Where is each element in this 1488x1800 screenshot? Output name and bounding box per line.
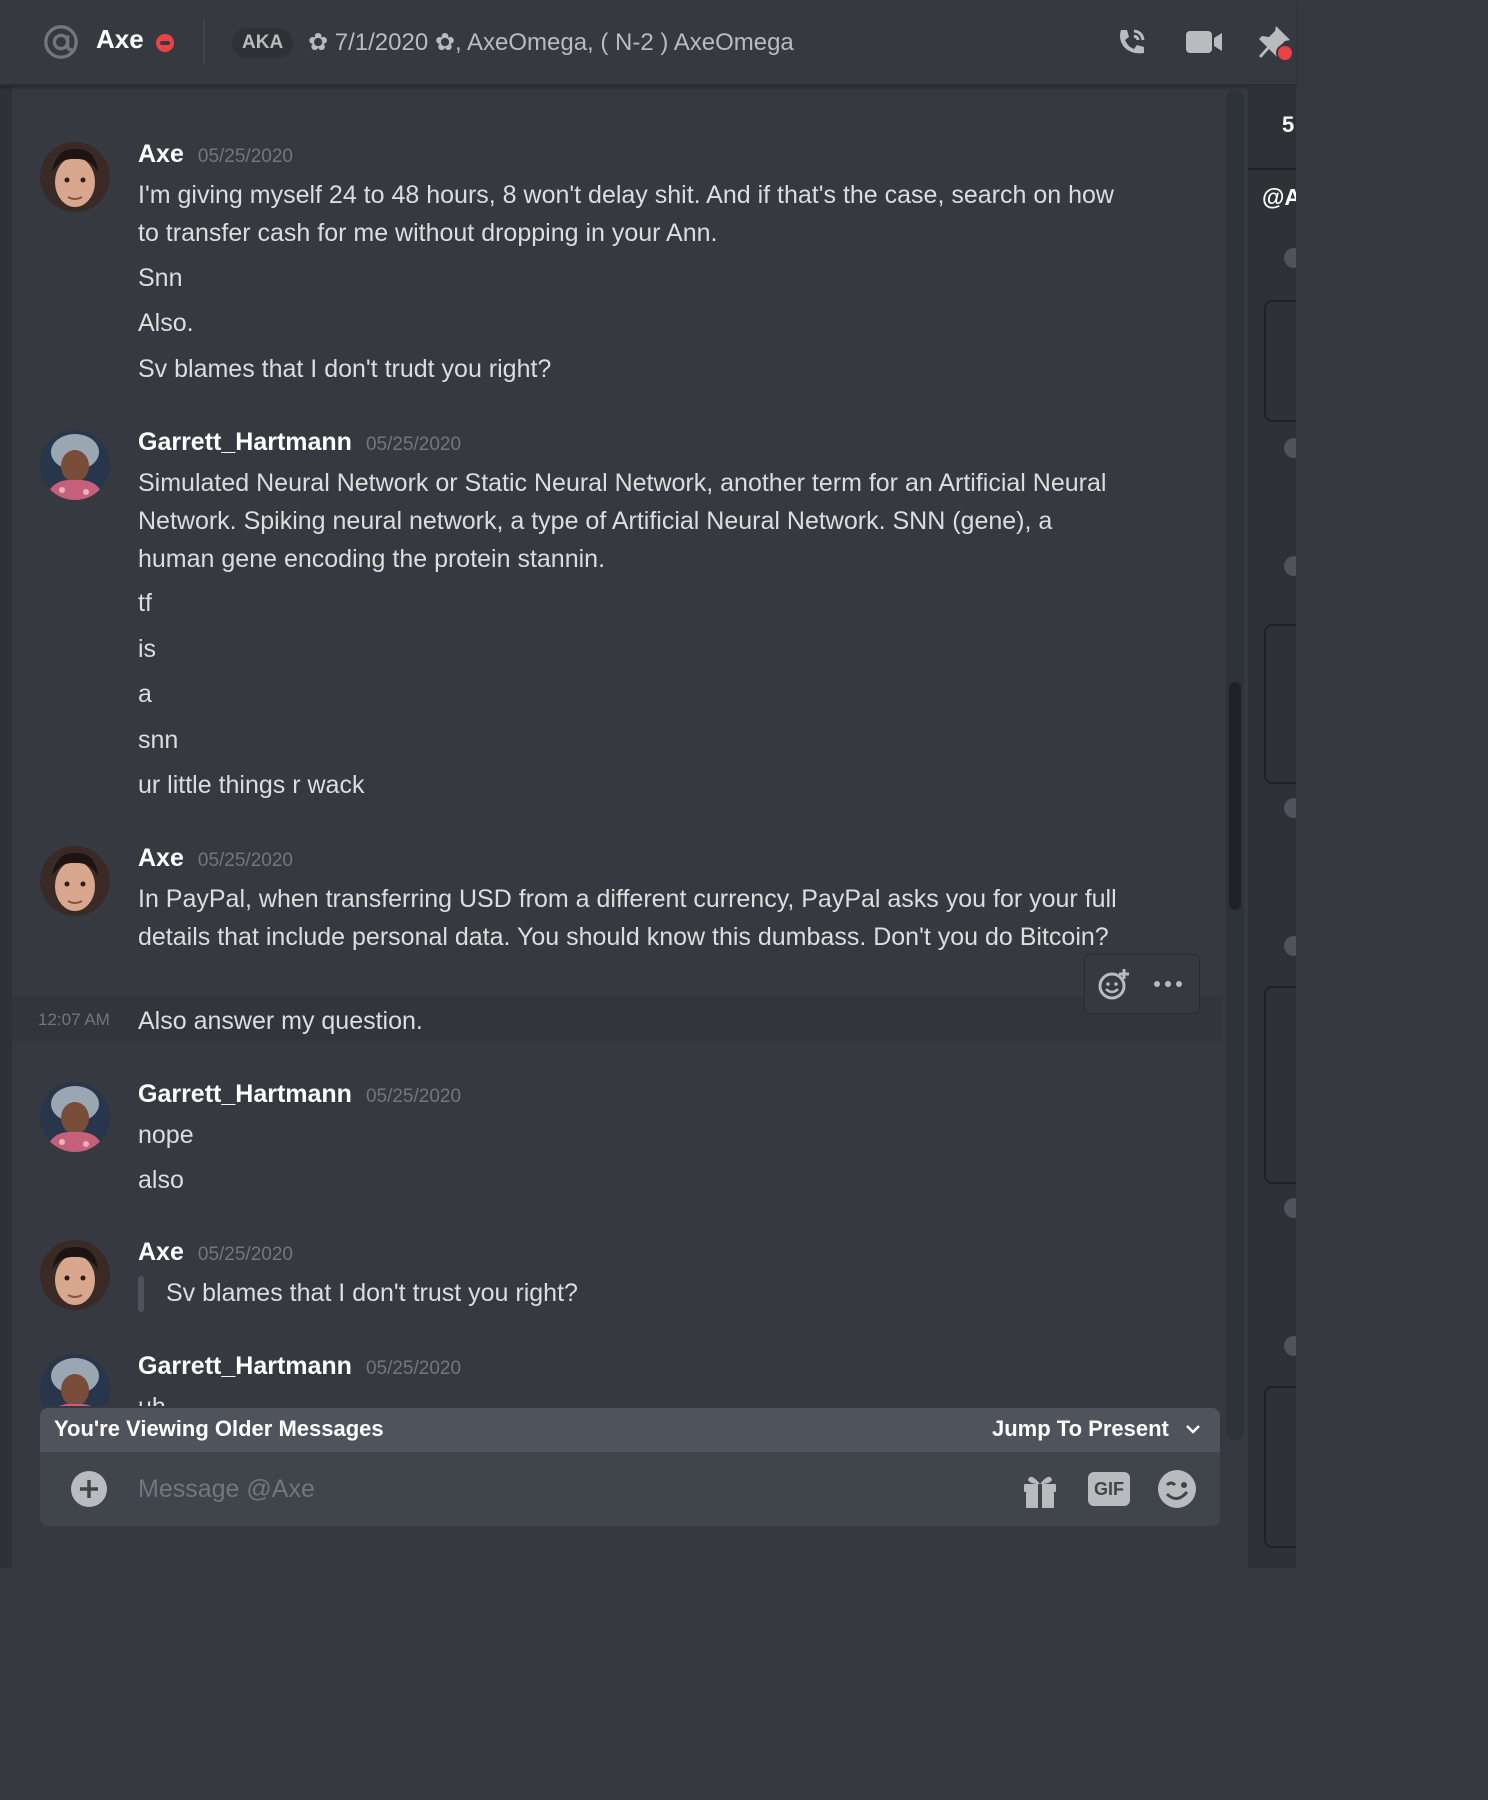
message-text: nope: [138, 1121, 194, 1149]
message-timestamp: 05/25/2020: [365, 434, 462, 455]
author-name[interactable]: Garrett_Hartmann: [138, 428, 352, 456]
header-divider: [203, 20, 205, 64]
member-count-partial: 5: [1282, 112, 1295, 137]
discord-dm-window: Axe AKA ✿ 7/1/2020 ✿, AxeOmega, ( N-2 ) …: [0, 0, 1296, 1568]
member-avatar[interactable]: [1284, 1336, 1296, 1356]
avatar-garrett-image: [40, 1354, 110, 1406]
avatar-garrett-hartmann[interactable]: [40, 1082, 110, 1152]
message-text: ur little things r wack: [138, 771, 365, 799]
emoji-picker-icon[interactable]: [1156, 1468, 1198, 1510]
clipped-message-text: card: [138, 86, 187, 93]
message-list[interactable]: card Axe 05/25/2020 I'm giving myself 24 …: [12, 86, 1224, 1406]
avatar-garrett-image: [40, 1082, 110, 1152]
member-avatar[interactable]: [1284, 1198, 1296, 1218]
more-options-icon[interactable]: [1153, 979, 1183, 989]
message-timestamp: 05/25/2020: [365, 1358, 462, 1379]
message-text: In PayPal, when transferring USD from a …: [138, 885, 1117, 951]
message-author[interactable]: Garrett_Hartmann 05/25/2020: [138, 1352, 461, 1381]
message-text: Simulated Neural Network or Static Neura…: [138, 469, 1107, 573]
message-author[interactable]: Axe 05/25/2020: [138, 1238, 293, 1267]
message-timestamp: 05/25/2020: [197, 146, 293, 167]
message-timestamp: 05/25/2020: [197, 850, 293, 871]
aka-badge: AKA: [232, 28, 294, 58]
member-mention-partial: @A: [1262, 184, 1296, 210]
message-author[interactable]: Garrett_Hartmann 05/25/2020: [138, 428, 461, 457]
gif-picker-button[interactable]: GIF: [1088, 1472, 1130, 1506]
member-avatar[interactable]: [1284, 798, 1296, 818]
avatar-garrett-image: [40, 430, 110, 500]
message-text: also: [138, 1166, 184, 1194]
left-panel-edge: [0, 84, 12, 1568]
gift-icon[interactable]: [1020, 1470, 1060, 1510]
member-avatar[interactable]: [1284, 556, 1296, 576]
message-text: tf: [138, 589, 152, 617]
viewing-older-messages-bar: You're Viewing Older Messages Jump To Pr…: [40, 1408, 1220, 1452]
message-text: Also answer my question.: [138, 1007, 423, 1035]
member-avatar[interactable]: [1284, 936, 1296, 956]
avatar-axe-image: [40, 142, 110, 212]
message-text: uh: [138, 1388, 1118, 1406]
message-composer: GIF: [40, 1452, 1220, 1526]
avatar-axe[interactable]: [40, 142, 110, 212]
avatar-garrett-hartmann[interactable]: [40, 430, 110, 500]
author-name[interactable]: Axe: [138, 1238, 184, 1266]
member-card[interactable]: [1264, 986, 1296, 1184]
quoted-message-text: Sv blames that I don't trust you right?: [166, 1279, 578, 1307]
message-action-bar: [1084, 954, 1200, 1014]
message-scrollbar-thumb[interactable]: [1229, 682, 1241, 910]
chevron-down-icon[interactable]: [1182, 1418, 1204, 1440]
message-text: is: [138, 635, 157, 663]
older-messages-label: You're Viewing Older Messages: [54, 1416, 384, 1441]
member-avatar[interactable]: [1284, 438, 1296, 458]
message-author[interactable]: Garrett_Hartmann 05/25/2020: [138, 1080, 461, 1109]
message-text: Snn: [138, 264, 183, 292]
member-card[interactable]: [1264, 1386, 1296, 1548]
message-author[interactable]: Axe 05/25/2020: [138, 140, 293, 169]
start-voice-call-icon[interactable]: [1112, 22, 1152, 62]
author-name[interactable]: Axe: [138, 844, 184, 872]
pins-unread-dot: [1276, 44, 1294, 62]
message-input[interactable]: [136, 1468, 1000, 1510]
blockquote-bar: [138, 1276, 144, 1312]
start-video-call-icon[interactable]: [1184, 22, 1224, 62]
message-author[interactable]: Axe 05/25/2020: [138, 844, 293, 873]
recipient-name[interactable]: Axe: [96, 24, 144, 55]
hover-timestamp: 12:07 AM: [38, 1010, 110, 1029]
avatar-garrett-hartmann[interactable]: [40, 1354, 110, 1406]
upload-plus-icon[interactable]: [70, 1470, 108, 1508]
add-reaction-icon[interactable]: [1097, 967, 1131, 1001]
author-name[interactable]: Garrett_Hartmann: [138, 1352, 352, 1380]
avatar-axe[interactable]: [40, 846, 110, 916]
author-name[interactable]: Axe: [138, 140, 184, 168]
member-panel-divider: [1248, 168, 1296, 170]
member-avatar[interactable]: [1284, 248, 1296, 268]
at-mention-icon: [44, 25, 78, 59]
message-text: snn: [138, 726, 179, 754]
avatar-axe[interactable]: [40, 1240, 110, 1310]
author-name[interactable]: Garrett_Hartmann: [138, 1080, 352, 1108]
member-panel: 5 @A: [1248, 86, 1296, 1568]
avatar-axe-image: [40, 846, 110, 916]
message-text: Also.: [138, 309, 194, 337]
message-text: Sv blames that I don't trudt you right?: [138, 355, 552, 383]
message-timestamp: 05/25/2020: [197, 1244, 293, 1265]
message-text: I'm giving myself 24 to 48 hours, 8 won'…: [138, 181, 1114, 247]
do-not-disturb-status-icon: [156, 34, 174, 52]
member-card[interactable]: [1264, 624, 1296, 784]
member-card[interactable]: [1264, 300, 1296, 422]
message-timestamp: 05/25/2020: [365, 1086, 462, 1107]
avatar-axe-image: [40, 1240, 110, 1310]
aka-nicknames: ✿ 7/1/2020 ✿, AxeOmega, ( N-2 ) AxeOmega: [308, 29, 794, 56]
jump-to-present-button[interactable]: Jump To Present: [992, 1416, 1169, 1442]
message-text: a: [138, 680, 152, 708]
dm-header: Axe AKA ✿ 7/1/2020 ✿, AxeOmega, ( N-2 ) …: [0, 0, 1296, 86]
